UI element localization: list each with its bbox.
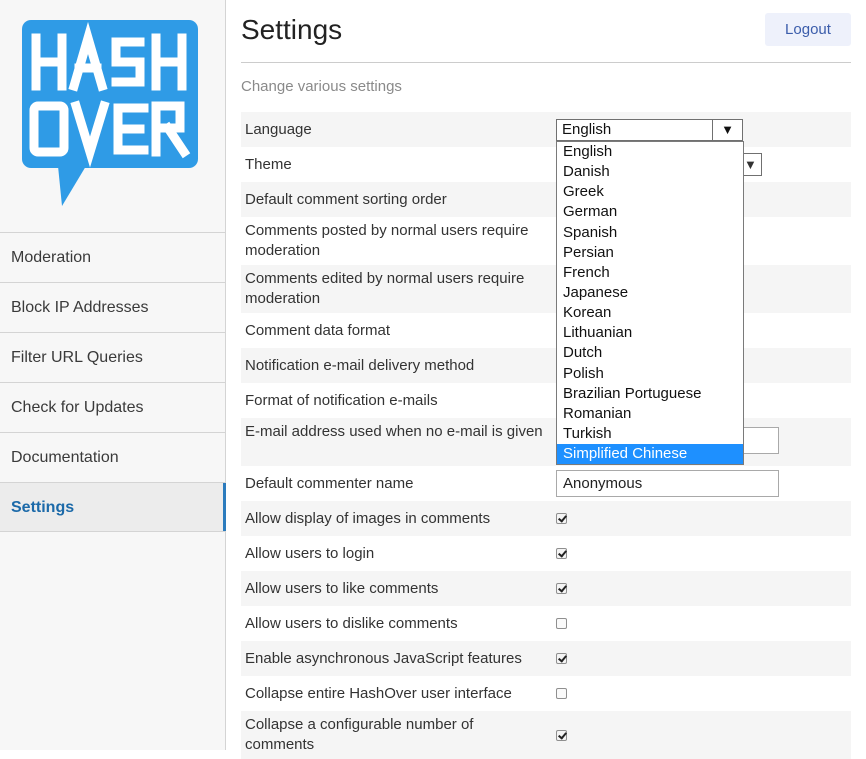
page-subtitle: Change various settings <box>241 78 402 95</box>
main-content: Settings Logout Change various settings … <box>241 0 851 759</box>
setting-row-posted-moderation: Comments posted by normal users require … <box>241 217 851 265</box>
sidebar-item-check-for-updates[interactable]: Check for Updates <box>0 382 225 432</box>
sidebar-nav: Moderation Block IP Addresses Filter URL… <box>0 232 226 532</box>
language-option-lithuanian[interactable]: Lithuanian <box>557 323 743 343</box>
language-dropdown-list[interactable]: English Danish Greek German Spanish Pers… <box>556 141 744 465</box>
language-option-polish[interactable]: Polish <box>557 364 743 384</box>
language-select-value: English <box>562 121 612 138</box>
settings-table: Language English ▼ Theme Default comment… <box>241 112 851 759</box>
setting-label-edited-moderation: Comments edited by normal users require … <box>245 270 525 307</box>
collapse-number-checkbox[interactable] <box>556 730 567 741</box>
setting-label-async-js: Enable asynchronous JavaScript features <box>245 650 522 667</box>
allow-likes-wrap <box>556 583 567 594</box>
setting-label-default-name: Default commenter name <box>245 475 414 492</box>
default-name-field-wrap: Anonymous <box>556 470 779 497</box>
async-js-wrap <box>556 653 567 664</box>
allow-images-wrap <box>556 513 567 524</box>
setting-row-data-format: Comment data format <box>241 313 851 348</box>
collapse-ui-checkbox[interactable] <box>556 688 567 699</box>
setting-label-collapse-ui: Collapse entire HashOver user interface <box>245 685 512 702</box>
language-option-romanian[interactable]: Romanian <box>557 404 743 424</box>
language-option-danish[interactable]: Danish <box>557 162 743 182</box>
dropdown-arrow-icon[interactable]: ▼ <box>712 120 742 140</box>
setting-row-email-delivery: Notification e-mail delivery method <box>241 348 851 383</box>
sidebar-item-moderation[interactable]: Moderation <box>0 232 225 282</box>
sidebar-item-block-ip-addresses[interactable]: Block IP Addresses <box>0 282 225 332</box>
language-option-japanese[interactable]: Japanese <box>557 283 743 303</box>
setting-label-allow-login: Allow users to login <box>245 545 375 562</box>
page-title: Settings <box>241 14 343 45</box>
setting-label-email-delivery: Notification e-mail delivery method <box>245 357 475 374</box>
logout-button[interactable]: Logout <box>765 13 851 46</box>
language-option-korean[interactable]: Korean <box>557 303 743 323</box>
setting-label-theme: Theme <box>245 156 292 173</box>
setting-row-async-js: Enable asynchronous JavaScript features <box>241 641 851 676</box>
theme-select-arrow-icon[interactable]: ▼ <box>743 153 762 176</box>
allow-images-checkbox[interactable] <box>556 513 567 524</box>
setting-label-sort-order: Default comment sorting order <box>245 191 447 208</box>
language-select-box[interactable]: English ▼ <box>556 119 743 141</box>
setting-label-language: Language <box>245 121 312 138</box>
setting-label-posted-moderation: Comments posted by normal users require … <box>245 222 529 259</box>
allow-likes-checkbox[interactable] <box>556 583 567 594</box>
setting-row-no-email-address: E-mail address used when no e-mail is gi… <box>241 418 851 466</box>
setting-row-sort-order: Default comment sorting order <box>241 182 851 217</box>
setting-row-allow-login: Allow users to login <box>241 536 851 571</box>
allow-dislikes-wrap <box>556 618 567 629</box>
setting-row-language: Language English ▼ <box>241 112 851 147</box>
setting-row-allow-dislikes: Allow users to dislike comments <box>241 606 851 641</box>
setting-row-allow-images: Allow display of images in comments <box>241 501 851 536</box>
language-option-french[interactable]: French <box>557 263 743 283</box>
setting-label-allow-dislikes: Allow users to dislike comments <box>245 615 458 632</box>
language-select[interactable]: English ▼ <box>556 119 743 141</box>
language-option-simplified-chinese[interactable]: Simplified Chinese <box>557 444 743 465</box>
sidebar: Moderation Block IP Addresses Filter URL… <box>0 0 226 750</box>
async-js-checkbox[interactable] <box>556 653 567 664</box>
title-divider <box>241 62 851 63</box>
collapse-number-wrap <box>556 730 567 741</box>
setting-label-allow-likes: Allow users to like comments <box>245 580 439 597</box>
setting-label-no-email-address: E-mail address used when no e-mail is gi… <box>245 423 543 440</box>
allow-dislikes-checkbox[interactable] <box>556 618 567 629</box>
language-option-turkish[interactable]: Turkish <box>557 424 743 444</box>
language-option-dutch[interactable]: Dutch <box>557 343 743 363</box>
language-option-spanish[interactable]: Spanish <box>557 223 743 243</box>
setting-row-edited-moderation: Comments edited by normal users require … <box>241 265 851 313</box>
hashover-logo <box>22 20 198 206</box>
language-option-greek[interactable]: Greek <box>557 182 743 202</box>
allow-login-wrap <box>556 548 567 559</box>
sidebar-item-settings[interactable]: Settings <box>0 482 226 532</box>
setting-row-email-format: Format of notification e-mails <box>241 383 851 418</box>
setting-label-data-format: Comment data format <box>245 322 391 339</box>
default-name-field[interactable]: Anonymous <box>556 470 779 497</box>
setting-row-allow-likes: Allow users to like comments <box>241 571 851 606</box>
language-option-persian[interactable]: Persian <box>557 243 743 263</box>
setting-row-default-name: Default commenter name Anonymous <box>241 466 851 501</box>
allow-login-checkbox[interactable] <box>556 548 567 559</box>
sidebar-item-filter-url-queries[interactable]: Filter URL Queries <box>0 332 225 382</box>
setting-label-allow-images: Allow display of images in comments <box>245 510 491 527</box>
language-option-brazilian-portuguese[interactable]: Brazilian Portuguese <box>557 384 743 404</box>
setting-label-email-format: Format of notification e-mails <box>245 392 438 409</box>
setting-label-collapse-number: Collapse a configurable number of commen… <box>245 716 474 753</box>
language-option-german[interactable]: German <box>557 202 743 222</box>
setting-row-collapse-number: Collapse a configurable number of commen… <box>241 711 851 759</box>
sidebar-item-documentation[interactable]: Documentation <box>0 432 225 482</box>
language-option-english[interactable]: English <box>557 142 743 162</box>
setting-row-collapse-ui: Collapse entire HashOver user interface <box>241 676 851 711</box>
collapse-ui-wrap <box>556 688 567 699</box>
